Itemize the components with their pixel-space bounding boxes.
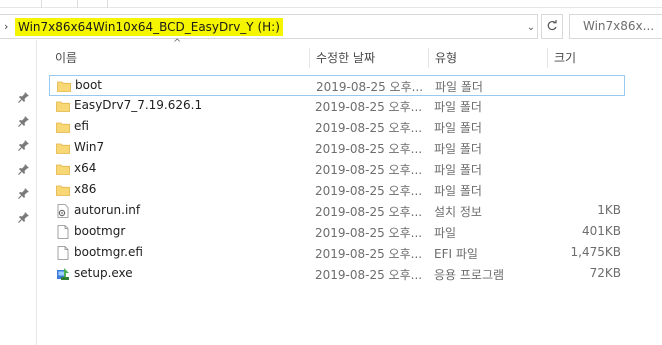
chevron-right-icon[interactable]: › (4, 20, 8, 33)
file-type: EFI 파일 (434, 247, 478, 261)
file-date: 2019-08-25 오후... (315, 184, 423, 198)
file-name: autorun.inf (74, 203, 141, 217)
file-type: 응용 프로그램 (434, 268, 505, 282)
folder-icon (56, 183, 70, 197)
pin-icon[interactable] (18, 91, 30, 103)
ribbon-tab-fragment[interactable] (0, 0, 42, 8)
file-date: 2019-08-25 오후... (315, 163, 423, 177)
file-date: 2019-08-25 오후... (315, 100, 423, 114)
file-date: 2019-08-25 오후... (315, 205, 423, 219)
address-bar[interactable]: › Win7x86x64Win10x64_BCD_EasyDrv_Y (H:) … (0, 14, 538, 39)
column-header-row: ^ 이름 수정한 날짜 유형 크기 (37, 38, 662, 72)
file-date: 2019-08-25 오후... (315, 247, 423, 261)
ribbon-remnant (0, 0, 662, 8)
file-type: 파일 폴더 (434, 142, 482, 156)
list-item[interactable]: x86 2019-08-25 오후... 파일 폴더 (49, 180, 625, 201)
installer-icon (56, 267, 70, 281)
navigation-pane[interactable] (0, 40, 37, 345)
ribbon-tab-fragment[interactable] (78, 0, 108, 8)
chevron-down-icon[interactable]: ⌄ (524, 15, 538, 40)
column-header-name[interactable]: 이름 (49, 48, 309, 68)
list-item[interactable]: x64 2019-08-25 오후... 파일 폴더 (49, 159, 625, 180)
file-name: x64 (74, 161, 97, 175)
folder-icon (56, 162, 70, 176)
file-size: 401KB (581, 224, 621, 238)
column-header-date[interactable]: 수정한 날짜 (309, 48, 428, 68)
file-type: 파일 폴더 (434, 100, 482, 114)
folder-icon (56, 120, 70, 134)
search-placeholder: Win7x86x... (583, 19, 655, 33)
file-date: 2019-08-25 오후... (315, 121, 423, 135)
list-item[interactable]: EasyDrv7_7.19.626.1 2019-08-25 오후... 파일 … (49, 96, 625, 117)
column-header-type[interactable]: 유형 (428, 48, 547, 68)
pin-icon[interactable] (18, 211, 30, 223)
file-name: x86 (74, 182, 97, 196)
file-size: 72KB (589, 266, 621, 280)
file-type: 파일 폴더 (434, 184, 482, 198)
file-date: 2019-08-25 오후... (315, 142, 423, 156)
file-name: setup.exe (74, 266, 133, 280)
file-icon (56, 246, 70, 260)
list-item[interactable]: autorun.inf 2019-08-25 오후... 설치 정보 1KB (49, 201, 625, 222)
file-name: EasyDrv7_7.19.626.1 (74, 98, 203, 112)
pin-icon[interactable] (18, 163, 30, 175)
file-type: 설치 정보 (434, 205, 482, 219)
folder-icon (56, 99, 70, 113)
file-name: bootmgr (74, 224, 126, 238)
file-type: 파일 폴더 (434, 163, 482, 177)
file-type: 파일 폴더 (435, 80, 483, 94)
folder-icon (56, 141, 70, 155)
folder-icon (57, 79, 71, 93)
list-item[interactable]: boot 2019-08-25 오후... 파일 폴더 (49, 75, 625, 96)
refresh-button[interactable] (541, 14, 563, 39)
address-bar-row: › Win7x86x64Win10x64_BCD_EasyDrv_Y (H:) … (0, 14, 662, 40)
list-item[interactable]: Win7 2019-08-25 오후... 파일 폴더 (49, 138, 625, 159)
search-input[interactable]: Win7x86x... (569, 14, 662, 39)
file-size: 1,475KB (570, 245, 621, 259)
file-name: boot (75, 78, 103, 92)
file-name: bootmgr.efi (74, 245, 143, 259)
file-type: 파일 (434, 226, 457, 240)
file-date: 2019-08-25 오후... (315, 226, 423, 240)
pin-icon[interactable] (18, 139, 30, 151)
pin-icon[interactable] (18, 115, 30, 127)
file-date: 2019-08-25 오후... (316, 80, 424, 94)
file-name: efi (74, 119, 89, 133)
ribbon-tab-fragment[interactable] (42, 0, 78, 8)
pin-icon[interactable] (18, 187, 30, 199)
file-date: 2019-08-25 오후... (315, 268, 423, 282)
list-item[interactable]: bootmgr 2019-08-25 오후... 파일 401KB (49, 222, 625, 243)
list-item[interactable]: efi 2019-08-25 오후... 파일 폴더 (49, 117, 625, 138)
file-icon (56, 225, 70, 239)
settings-file-icon (56, 204, 70, 218)
list-item[interactable]: setup.exe 2019-08-25 오후... 응용 프로그램 72KB (49, 264, 625, 285)
file-type: 파일 폴더 (434, 121, 482, 135)
column-header-size[interactable]: 크기 (547, 48, 662, 68)
refresh-icon (547, 20, 557, 31)
file-name: Win7 (74, 140, 105, 154)
list-item[interactable]: bootmgr.efi 2019-08-25 오후... EFI 파일 1,47… (49, 243, 625, 264)
address-path[interactable]: Win7x86x64Win10x64_BCD_EasyDrv_Y (H:) (15, 18, 283, 36)
file-size: 1KB (597, 203, 621, 217)
